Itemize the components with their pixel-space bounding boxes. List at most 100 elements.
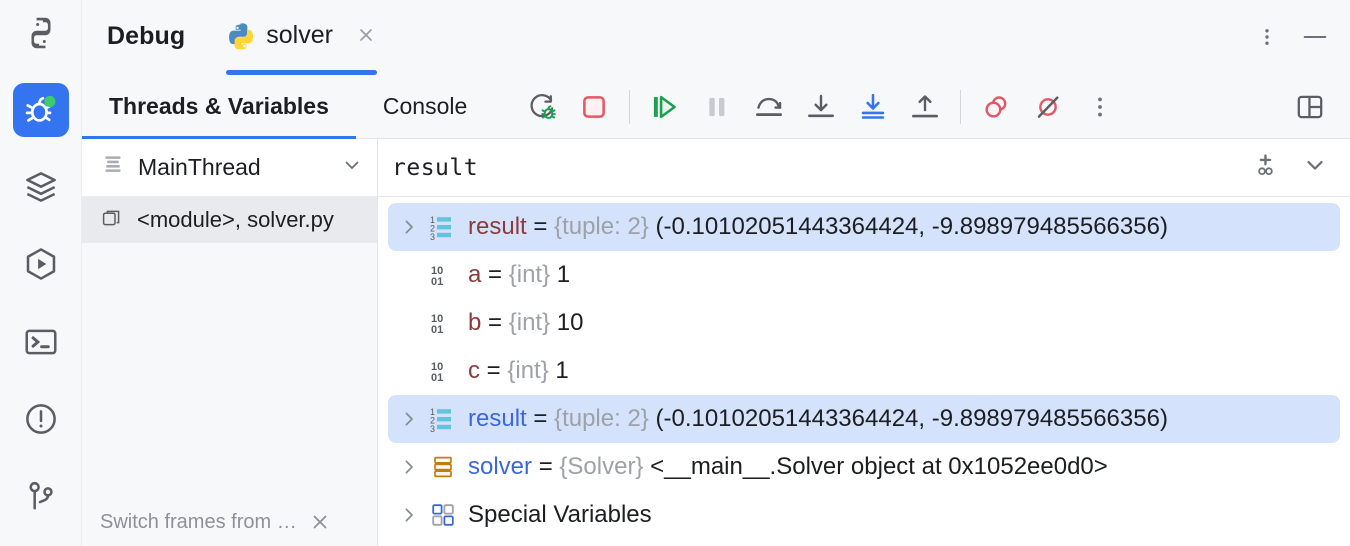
thread-label: MainThread — [138, 154, 261, 181]
variable-name: b — [468, 309, 481, 336]
frames-panel: MainThread — [82, 139, 378, 546]
variable-row-c[interactable]: 10 01 c = {int} 1 — [388, 347, 1340, 395]
variable-row-result-top[interactable]: 1 2 3 result = {tuple: 2} (-0.1010205144… — [388, 203, 1340, 251]
variable-type: {int} — [509, 309, 550, 336]
chevron-down-icon[interactable] — [341, 154, 363, 181]
resume-program-button[interactable] — [639, 81, 691, 133]
step-over-button[interactable] — [743, 81, 795, 133]
variable-value: 10 — [550, 309, 583, 336]
special-variables-label: Special Variables — [468, 501, 652, 528]
force-step-into-button[interactable] — [847, 81, 899, 133]
more-actions-button[interactable] — [1074, 81, 1126, 133]
mute-breakpoints-button[interactable] — [1022, 81, 1074, 133]
variable-equals: = — [527, 213, 554, 240]
thread-selector[interactable]: MainThread — [82, 139, 377, 197]
svg-text:01: 01 — [431, 276, 443, 288]
step-into-button[interactable] — [795, 81, 847, 133]
variable-row-special-variables[interactable]: Special Variables — [388, 491, 1340, 539]
run-icon — [22, 245, 60, 283]
debug-content: MainThread — [82, 139, 1350, 546]
variables-list: 1 2 3 result = {tuple: 2} (-0.1010205144… — [378, 197, 1350, 546]
variable-value: 1 — [550, 261, 570, 288]
tuple-icon: 1 2 3 — [424, 405, 462, 433]
variable-type: {int} — [507, 357, 548, 384]
pause-program-button[interactable] — [691, 81, 743, 133]
layers-icon — [22, 168, 60, 206]
variable-row-result[interactable]: 1 2 3 result = {tuple: 2} (-0.1010205144… — [388, 395, 1340, 443]
evaluate-bar-actions — [1250, 150, 1336, 185]
layout-settings-button[interactable] — [1284, 81, 1336, 133]
toolbar-right — [1284, 81, 1350, 133]
activity-item-terminal[interactable] — [13, 315, 69, 369]
variable-value: <__main__.Solver object at 0x1052ee0d0> — [643, 453, 1107, 480]
variable-row-solver[interactable]: solver = {Solver} <__main__.Solver objec… — [388, 443, 1340, 491]
activity-item-python[interactable] — [13, 6, 69, 60]
expand-chevron-icon[interactable] — [394, 217, 424, 237]
activity-item-problems[interactable] — [13, 392, 69, 446]
close-icon[interactable] — [309, 511, 331, 533]
run-configuration-label: solver — [266, 20, 333, 50]
int-icon: 10 01 — [424, 309, 462, 337]
minimize-icon[interactable] — [1300, 22, 1330, 52]
variable-name: a — [468, 261, 481, 288]
debug-icon — [22, 91, 60, 129]
variable-name: result — [468, 213, 527, 240]
debug-panel: Debug solver — [82, 0, 1350, 546]
python-icon — [22, 14, 60, 52]
view-breakpoints-button[interactable] — [970, 81, 1022, 133]
variable-equals: = — [481, 261, 508, 288]
problems-icon — [22, 400, 60, 438]
variable-type: {int} — [509, 261, 550, 288]
variable-name: c — [468, 357, 480, 384]
expand-chevron-icon[interactable] — [394, 409, 424, 429]
variable-type: {tuple: 2} — [554, 213, 649, 240]
frame-icon — [100, 206, 124, 235]
window-controls — [1252, 0, 1350, 52]
int-icon: 10 01 — [424, 357, 462, 385]
close-icon[interactable] — [355, 24, 377, 46]
frames-hint: Switch frames from … — [82, 498, 377, 546]
python-file-icon — [226, 22, 256, 57]
add-to-watches-icon[interactable] — [1250, 150, 1280, 185]
tab-console[interactable]: Console — [356, 75, 494, 139]
frame-row[interactable]: <module>, solver.py — [82, 197, 377, 243]
expand-chevron-icon[interactable] — [394, 457, 424, 477]
tab-threads-and-variables[interactable]: Threads & Variables — [82, 75, 356, 139]
thread-icon — [100, 152, 126, 183]
page-title: Debug — [82, 0, 185, 51]
debug-tool-window: Debug solver — [0, 0, 1350, 546]
variable-equals: = — [481, 309, 508, 336]
variable-row-b[interactable]: 10 01 b = {int} 10 — [388, 299, 1340, 347]
step-out-button[interactable] — [899, 81, 951, 133]
variable-value: (-0.10102051443364424, -9.89897948556635… — [649, 213, 1168, 240]
debug-toolbar: Threads & Variables Console — [82, 75, 1350, 139]
variable-equals: = — [532, 453, 559, 480]
debug-actions — [516, 81, 1126, 133]
int-icon: 10 01 — [424, 261, 462, 289]
activity-item-services[interactable] — [13, 160, 69, 214]
svg-text:01: 01 — [431, 324, 443, 336]
expand-chevron-icon[interactable] — [394, 505, 424, 525]
evaluate-expression-input[interactable]: result — [392, 155, 478, 181]
activity-item-version-control[interactable] — [13, 469, 69, 523]
run-configuration-tab[interactable]: solver — [226, 0, 377, 75]
stop-button[interactable] — [568, 81, 620, 133]
activity-item-run[interactable] — [13, 237, 69, 291]
more-options-icon[interactable] — [1252, 22, 1282, 52]
variable-value: (-0.10102051443364424, -9.89897948556635… — [649, 405, 1168, 432]
svg-text:01: 01 — [431, 372, 443, 384]
variable-type: {Solver} — [559, 453, 643, 480]
variable-type: {tuple: 2} — [554, 405, 649, 432]
rerun-debug-button[interactable] — [516, 81, 568, 133]
chevron-down-icon[interactable] — [1302, 152, 1328, 183]
special-variables-icon — [424, 501, 462, 529]
tab-threads-and-variables-label: Threads & Variables — [109, 93, 329, 120]
terminal-icon — [22, 323, 60, 361]
tuple-icon: 1 2 3 — [424, 213, 462, 241]
variable-equals: = — [480, 357, 507, 384]
variables-panel: result — [378, 139, 1350, 546]
activity-item-debug[interactable] — [13, 83, 69, 137]
variable-row-a[interactable]: 10 01 a = {int} 1 — [388, 251, 1340, 299]
variable-name: result — [468, 405, 527, 432]
evaluate-expression-bar[interactable]: result — [378, 139, 1350, 197]
